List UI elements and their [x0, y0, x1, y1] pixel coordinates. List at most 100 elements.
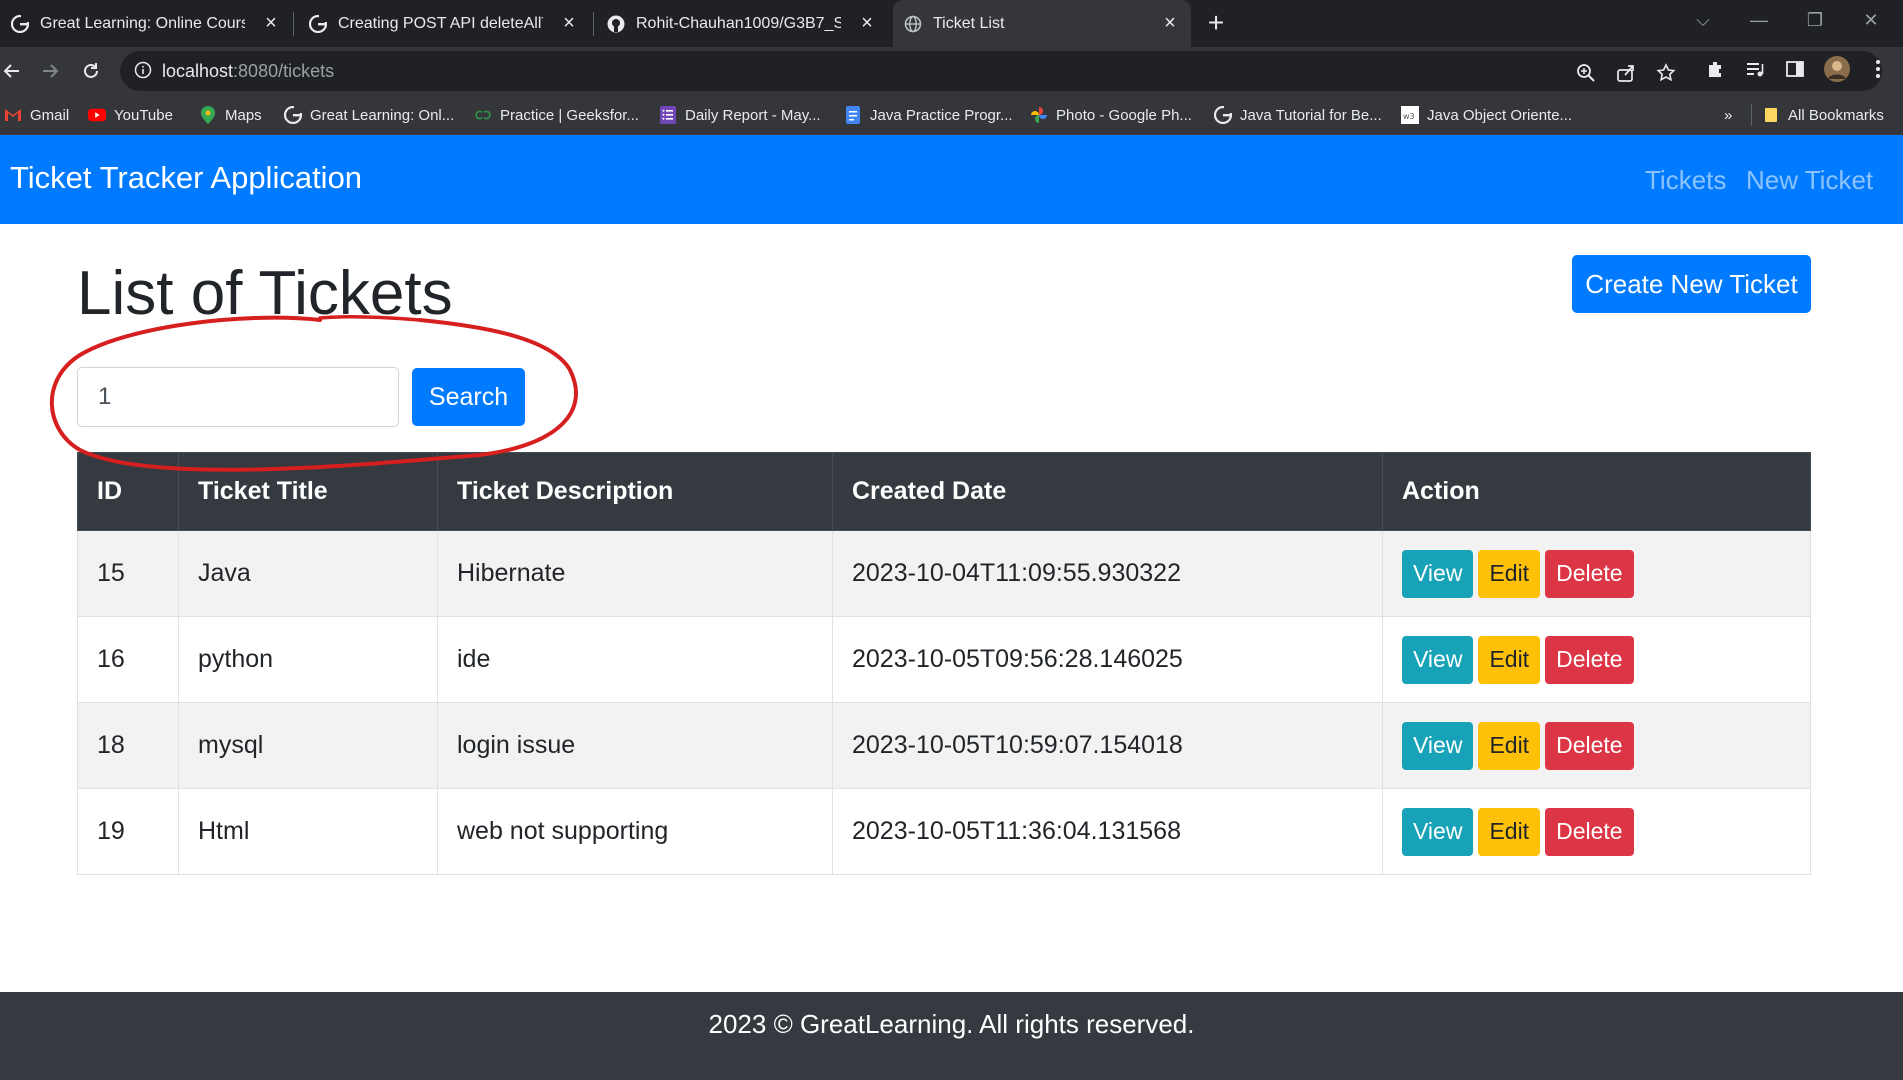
- nav-link-tickets[interactable]: Tickets: [1645, 165, 1726, 196]
- bookmark-java-tutorial[interactable]: Java Tutorial for Be...: [1214, 104, 1382, 126]
- cell-title: python: [178, 616, 438, 703]
- app-navbar: Ticket Tracker Application Tickets New T…: [0, 135, 1903, 224]
- menu-kebab-icon[interactable]: [1866, 57, 1890, 81]
- docs-icon: [844, 106, 862, 124]
- delete-button[interactable]: Delete: [1545, 635, 1634, 684]
- tab-title: Creating POST API deleteAllThes: [338, 14, 543, 32]
- browser-tab-post-api[interactable]: Creating POST API deleteAllThes ×: [298, 0, 590, 47]
- cell-created-date: 2023-10-05T09:56:28.146025: [832, 616, 1383, 703]
- all-bookmarks-button[interactable]: All Bookmarks: [1751, 104, 1884, 126]
- bookmark-java-practice[interactable]: Java Practice Progr...: [844, 104, 1013, 126]
- edit-button[interactable]: Edit: [1478, 549, 1541, 598]
- all-bookmarks-label: All Bookmarks: [1788, 106, 1884, 124]
- cell-id: 16: [77, 616, 179, 703]
- nav-link-new-ticket[interactable]: New Ticket: [1746, 165, 1873, 196]
- cell-title: Java: [178, 530, 438, 617]
- folder-icon: [1762, 106, 1780, 124]
- svg-text:w3: w3: [1403, 112, 1415, 121]
- reload-icon[interactable]: [75, 55, 107, 87]
- tab-title: Rohit-Chauhan1009/G3B7_Sprin: [636, 14, 841, 32]
- cell-created-date: 2023-10-05T11:36:04.131568: [832, 788, 1383, 875]
- cell-actions: View Edit Delete: [1382, 788, 1811, 875]
- window-close-icon[interactable]: ✕: [1848, 0, 1894, 40]
- cell-description: login issue: [437, 702, 833, 789]
- cell-created-date: 2023-10-04T11:09:55.930322: [832, 530, 1383, 617]
- bookmark-label: Gmail: [30, 106, 70, 124]
- photos-pinwheel-icon: [1030, 106, 1048, 124]
- maps-pin-icon: [199, 106, 217, 124]
- forward-arrow-icon[interactable]: [34, 55, 66, 87]
- bookmark-label: YouTube: [114, 106, 173, 124]
- cell-actions: View Edit Delete: [1382, 530, 1811, 617]
- view-button[interactable]: View: [1402, 635, 1474, 684]
- media-control-icon[interactable]: [1743, 57, 1767, 81]
- forms-icon: [659, 106, 677, 124]
- new-tab-button[interactable]: +: [1200, 8, 1232, 40]
- share-icon[interactable]: [1614, 61, 1638, 85]
- cell-id: 18: [77, 702, 179, 789]
- delete-button[interactable]: Delete: [1545, 549, 1634, 598]
- tab-separator: [593, 12, 594, 36]
- bookmark-youtube[interactable]: YouTube: [88, 104, 173, 126]
- close-tab-icon[interactable]: ×: [856, 12, 878, 34]
- search-button[interactable]: Search: [412, 368, 525, 426]
- restore-icon[interactable]: ❐: [1792, 0, 1838, 40]
- delete-button[interactable]: Delete: [1545, 721, 1634, 770]
- bookmark-gmail[interactable]: Gmail: [4, 104, 69, 126]
- tab-search-icon[interactable]: ⌵: [1680, 0, 1726, 40]
- google-g-icon: [284, 106, 302, 124]
- site-info-icon[interactable]: [134, 61, 152, 84]
- browser-tab-great-learning[interactable]: Great Learning: Online Courses, ×: [0, 0, 292, 47]
- column-header-description: Ticket Description: [437, 452, 833, 531]
- cell-description: Hibernate: [437, 530, 833, 617]
- side-panel-icon[interactable]: [1783, 57, 1807, 81]
- brand-title[interactable]: Ticket Tracker Application: [10, 160, 362, 196]
- view-button[interactable]: View: [1402, 807, 1474, 856]
- url-text: localhost:8080/tickets: [162, 61, 334, 82]
- url-host: localhost: [162, 61, 234, 81]
- bookmark-star-icon[interactable]: [1654, 61, 1678, 85]
- search-input[interactable]: [77, 367, 399, 427]
- column-header-id: ID: [77, 452, 179, 531]
- minimize-icon[interactable]: —: [1736, 0, 1782, 40]
- cell-id: 15: [77, 530, 179, 617]
- edit-button[interactable]: Edit: [1478, 721, 1541, 770]
- gmail-icon: [4, 106, 22, 124]
- geeksforgeeks-icon: [474, 106, 492, 124]
- table-row: 16 python ide 2023-10-05T09:56:28.146025…: [77, 616, 1811, 703]
- url-path: :8080/tickets: [233, 61, 335, 81]
- create-new-ticket-button[interactable]: Create New Ticket: [1572, 255, 1811, 313]
- cell-actions: View Edit Delete: [1382, 702, 1811, 789]
- address-bar[interactable]: localhost:8080/tickets: [120, 51, 1882, 91]
- extensions-icon[interactable]: [1703, 57, 1727, 81]
- bookmark-daily-report[interactable]: Daily Report - May...: [659, 104, 821, 126]
- edit-button[interactable]: Edit: [1478, 635, 1541, 684]
- zoom-icon[interactable]: [1574, 61, 1598, 85]
- view-button[interactable]: View: [1402, 549, 1474, 598]
- bookmark-great-learning[interactable]: Great Learning: Onl...: [284, 104, 454, 126]
- google-g-icon: [10, 14, 30, 34]
- bookmarks-overflow-button[interactable]: »: [1724, 104, 1732, 126]
- bookmark-label: Java Tutorial for Be...: [1240, 106, 1382, 124]
- bookmark-geeksforgeeks[interactable]: Practice | Geeksfor...: [474, 104, 639, 126]
- close-tab-icon[interactable]: ×: [1159, 12, 1181, 34]
- table-header-row: ID Ticket Title Ticket Description Creat…: [77, 452, 1811, 531]
- close-tab-icon[interactable]: ×: [558, 12, 580, 34]
- view-button[interactable]: View: [1402, 721, 1474, 770]
- column-header-title: Ticket Title: [178, 452, 438, 531]
- tab-title: Great Learning: Online Courses,: [40, 14, 245, 32]
- bookmark-label: Practice | Geeksfor...: [500, 106, 639, 124]
- close-tab-icon[interactable]: ×: [260, 12, 282, 34]
- browser-tab-ticket-list[interactable]: Ticket List ×: [893, 0, 1191, 47]
- bookmark-google-photos[interactable]: Photo - Google Ph...: [1030, 104, 1192, 126]
- edit-button[interactable]: Edit: [1478, 807, 1541, 856]
- bookmark-label: Great Learning: Onl...: [310, 106, 455, 124]
- youtube-icon: [88, 106, 106, 124]
- profile-avatar[interactable]: [1823, 55, 1851, 83]
- bookmark-java-oop[interactable]: w3 Java Object Oriente...: [1401, 104, 1572, 126]
- back-arrow-icon[interactable]: [0, 55, 28, 87]
- browser-tab-github[interactable]: Rohit-Chauhan1009/G3B7_Sprin ×: [596, 0, 888, 47]
- bookmark-maps[interactable]: Maps: [199, 104, 262, 126]
- delete-button[interactable]: Delete: [1545, 807, 1634, 856]
- table-row: 18 mysql login issue 2023-10-05T10:59:07…: [77, 702, 1811, 789]
